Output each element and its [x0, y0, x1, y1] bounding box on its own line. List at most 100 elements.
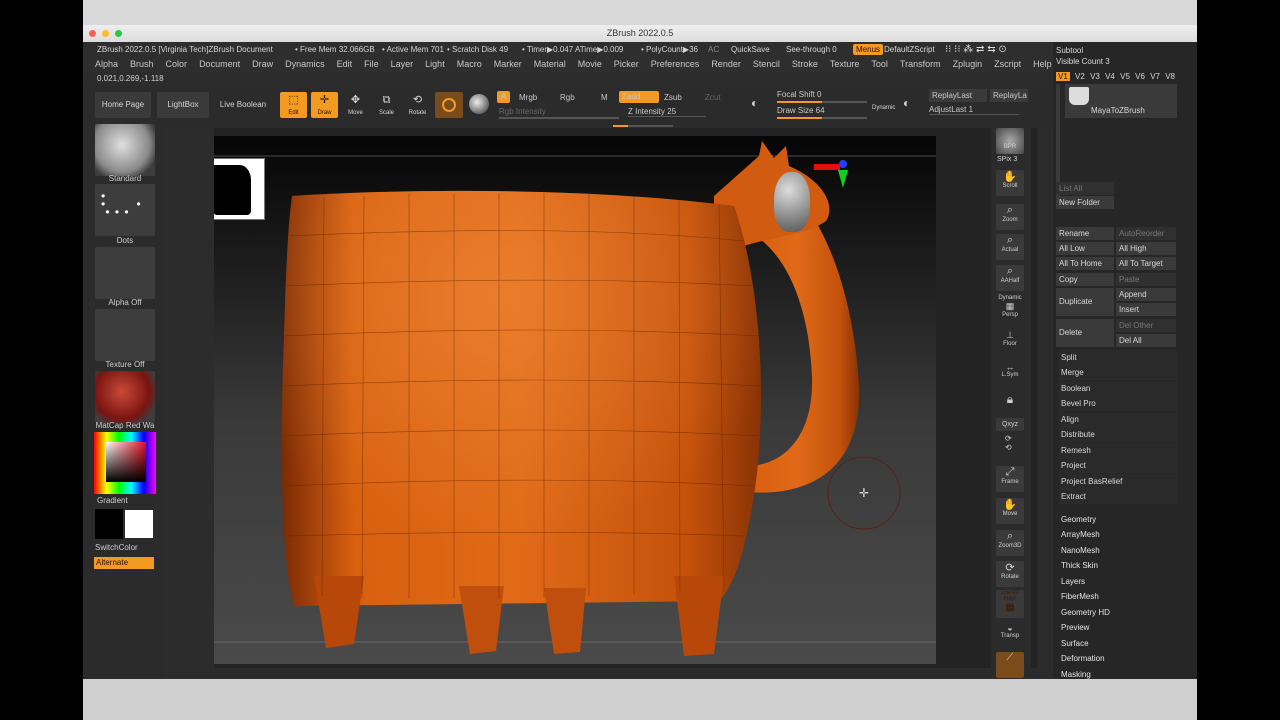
bpr-render-button[interactable]: BPR	[996, 128, 1024, 154]
color-square[interactable]	[106, 442, 146, 482]
replay-last-button[interactable]: ReplayLast	[929, 89, 987, 102]
rotate-mode-button[interactable]: ⟲ Rotate	[404, 92, 431, 118]
alpha-thumbnail[interactable]	[95, 247, 155, 299]
delete-button[interactable]: Delete	[1056, 319, 1114, 347]
menu-transform[interactable]: Transform	[900, 59, 941, 69]
close-window-button[interactable]	[89, 30, 96, 37]
live-boolean-button[interactable]: Live Boolean	[215, 92, 271, 118]
lock-button[interactable]: 🔒︎	[996, 392, 1024, 418]
copy-button[interactable]: Copy	[1056, 273, 1114, 286]
quicksave-button[interactable]: QuickSave	[731, 42, 770, 57]
menu-stencil[interactable]: Stencil	[753, 59, 780, 69]
geometry-hd-section[interactable]: Geometry HD	[1061, 608, 1110, 617]
switch-color-button[interactable]: SwitchColor	[95, 543, 155, 552]
secondary-color-swatch[interactable]	[95, 509, 123, 539]
draw-size-track[interactable]	[777, 117, 867, 119]
layout-icons[interactable]: ⁝⁝ ⁝⁝ ⁂ ⇄ ⇆ ⊙	[945, 42, 1007, 57]
material-thumbnail[interactable]	[95, 371, 155, 423]
menu-tool[interactable]: Tool	[871, 59, 888, 69]
document-canvas[interactable]: ✛	[214, 136, 936, 664]
menu-alpha[interactable]: Alpha	[95, 59, 118, 69]
orientation-head-gizmo[interactable]	[774, 172, 810, 232]
menu-draw[interactable]: Draw	[252, 59, 273, 69]
menus-toggle[interactable]: Menus	[853, 44, 884, 55]
zoom-button[interactable]: ⌕ Zoom	[996, 204, 1024, 230]
version-v7[interactable]: V7	[1150, 72, 1160, 81]
lsym-button[interactable]: ↔ L.Sym	[996, 362, 1024, 388]
scale-mode-button[interactable]: ⧉ Scale	[373, 92, 400, 118]
menu-macro[interactable]: Macro	[457, 59, 482, 69]
deformation-section[interactable]: Deformation	[1061, 654, 1105, 663]
all-to-target-button[interactable]: All To Target	[1116, 257, 1176, 270]
menu-marker[interactable]: Marker	[494, 59, 522, 69]
project-menu[interactable]: Project	[1059, 458, 1177, 473]
version-v1[interactable]: V1	[1056, 72, 1070, 81]
version-v4[interactable]: V4	[1105, 72, 1115, 81]
rgb-toggle[interactable]: Rgb	[560, 93, 575, 102]
menu-zplugin[interactable]: Zplugin	[953, 59, 983, 69]
rotate-view-button[interactable]: ⟳ Rotate	[996, 561, 1024, 587]
menu-file[interactable]: File	[364, 59, 379, 69]
version-v5[interactable]: V5	[1120, 72, 1130, 81]
m-toggle[interactable]: M	[601, 93, 608, 102]
insert-button[interactable]: Insert	[1116, 303, 1176, 316]
draw-mode-button[interactable]: ✛ Draw	[311, 92, 338, 118]
replay-last-relative-button[interactable]: ReplayLa	[990, 89, 1028, 102]
menu-help[interactable]: Help	[1033, 59, 1052, 69]
main-color-swatch[interactable]	[125, 510, 153, 538]
align-menu[interactable]: Align	[1059, 412, 1177, 427]
mrgb-toggle[interactable]: Mrgb	[519, 93, 537, 102]
layers-section[interactable]: Layers	[1061, 577, 1085, 586]
surface-section[interactable]: Surface	[1061, 639, 1089, 648]
boolean-menu[interactable]: Boolean	[1059, 381, 1177, 396]
rename-button[interactable]: Rename	[1056, 227, 1114, 240]
visible-count-slider[interactable]: Visible Count 3	[1056, 55, 1180, 68]
geometry-section[interactable]: Geometry	[1061, 515, 1096, 524]
del-all-button[interactable]: Del All	[1116, 334, 1176, 347]
alternate-button[interactable]: Alternate	[94, 557, 154, 569]
see-through-slider[interactable]: See-through 0	[786, 42, 837, 58]
zadd-toggle[interactable]: Zadd	[619, 91, 659, 103]
split-menu[interactable]: Split	[1059, 350, 1177, 365]
menu-material[interactable]: Material	[534, 59, 566, 69]
a-toggle[interactable]: A	[497, 91, 511, 103]
adjust-last-slider[interactable]: AdjustLast 1	[929, 105, 1019, 115]
paste-button[interactable]: Paste	[1116, 273, 1176, 286]
home-page-button[interactable]: Home Page	[95, 92, 151, 118]
lightbox-button[interactable]: LightBox	[157, 92, 209, 118]
brush-thumbnail[interactable]	[95, 124, 155, 176]
persp-button[interactable]: Dynamic ▦ Persp	[996, 295, 1024, 321]
menu-render[interactable]: Render	[711, 59, 741, 69]
all-high-button[interactable]: All High	[1116, 242, 1176, 255]
distribute-menu[interactable]: Distribute	[1059, 427, 1177, 442]
subtool-item-selected[interactable]: MayaToZBrush	[1065, 84, 1177, 118]
texture-thumbnail[interactable]	[95, 309, 155, 361]
focal-shift-track[interactable]	[777, 101, 867, 103]
scroll-button[interactable]: ✋ Scroll	[996, 170, 1024, 196]
extract-menu[interactable]: Extract	[1059, 489, 1177, 504]
version-v6[interactable]: V6	[1135, 72, 1145, 81]
frame-button[interactable]: ⤢ Frame	[996, 466, 1024, 492]
menu-movie[interactable]: Movie	[578, 59, 602, 69]
auto-reorder-button[interactable]: AutoReorder	[1116, 227, 1176, 240]
menu-zscript[interactable]: Zscript	[994, 59, 1021, 69]
actual-button[interactable]: ⌕ Actual	[996, 234, 1024, 260]
floor-button[interactable]: ⊥ Floor	[996, 330, 1024, 356]
stroke-thumbnail[interactable]: • • • • • •	[95, 184, 155, 236]
merge-menu[interactable]: Merge	[1059, 365, 1177, 380]
z-intensity-slider[interactable]: Z Intensity 25	[628, 107, 706, 117]
menu-texture[interactable]: Texture	[830, 59, 860, 69]
del-other-button[interactable]: Del Other	[1116, 319, 1176, 332]
color-picker[interactable]	[94, 432, 156, 494]
navigator-thumbnail[interactable]	[214, 158, 265, 220]
minimize-window-button[interactable]	[102, 30, 109, 37]
menu-preferences[interactable]: Preferences	[651, 59, 700, 69]
menu-brush[interactable]: Brush	[130, 59, 154, 69]
menu-light[interactable]: Light	[425, 59, 445, 69]
zcut-toggle[interactable]: Zcut	[705, 93, 721, 102]
all-to-home-button[interactable]: All To Home	[1056, 257, 1114, 270]
dynamic-toggle[interactable]: Dynamic	[872, 105, 895, 111]
z-intensity-track[interactable]	[613, 125, 673, 127]
spotlight-icon[interactable]	[469, 94, 489, 114]
menu-dynamics[interactable]: Dynamics	[285, 59, 325, 69]
